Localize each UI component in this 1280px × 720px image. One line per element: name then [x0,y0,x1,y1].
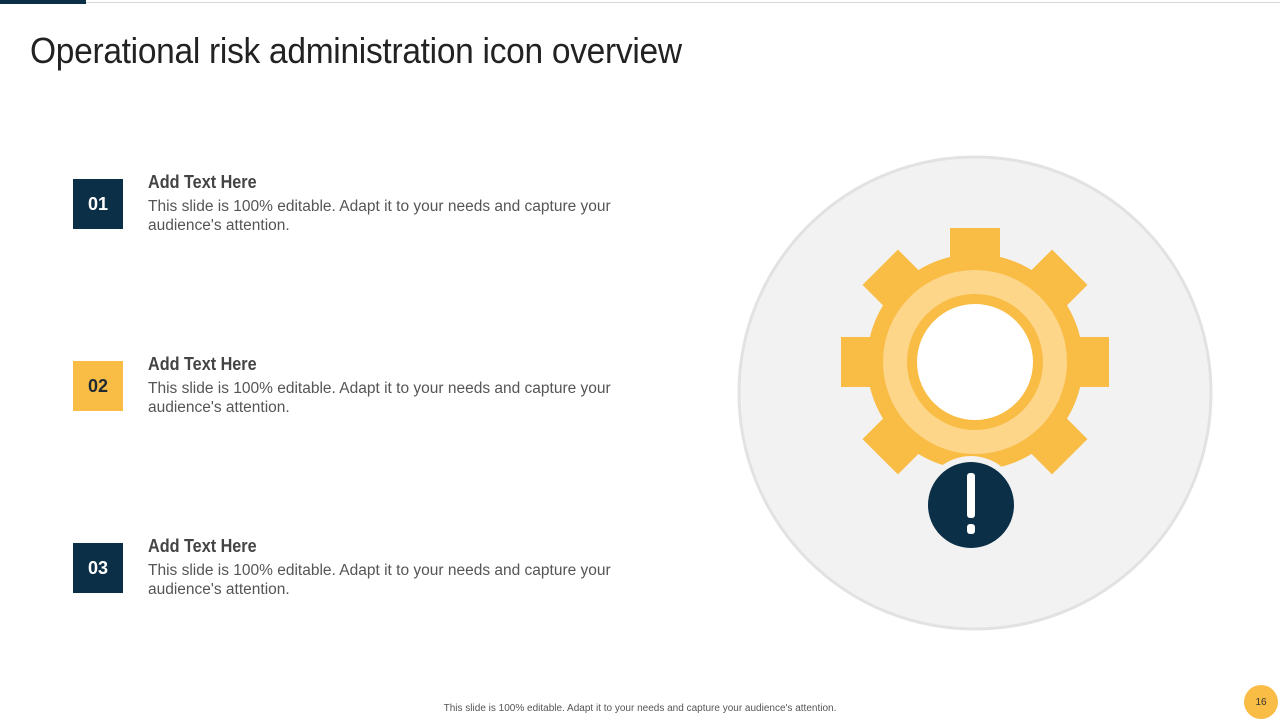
gear-icon [841,228,1109,496]
alert-icon [922,456,1020,554]
risk-gear-illustration [737,155,1213,631]
footer-note: This slide is 100% editable. Adapt it to… [443,703,837,714]
page-number: 16 [1244,685,1278,719]
